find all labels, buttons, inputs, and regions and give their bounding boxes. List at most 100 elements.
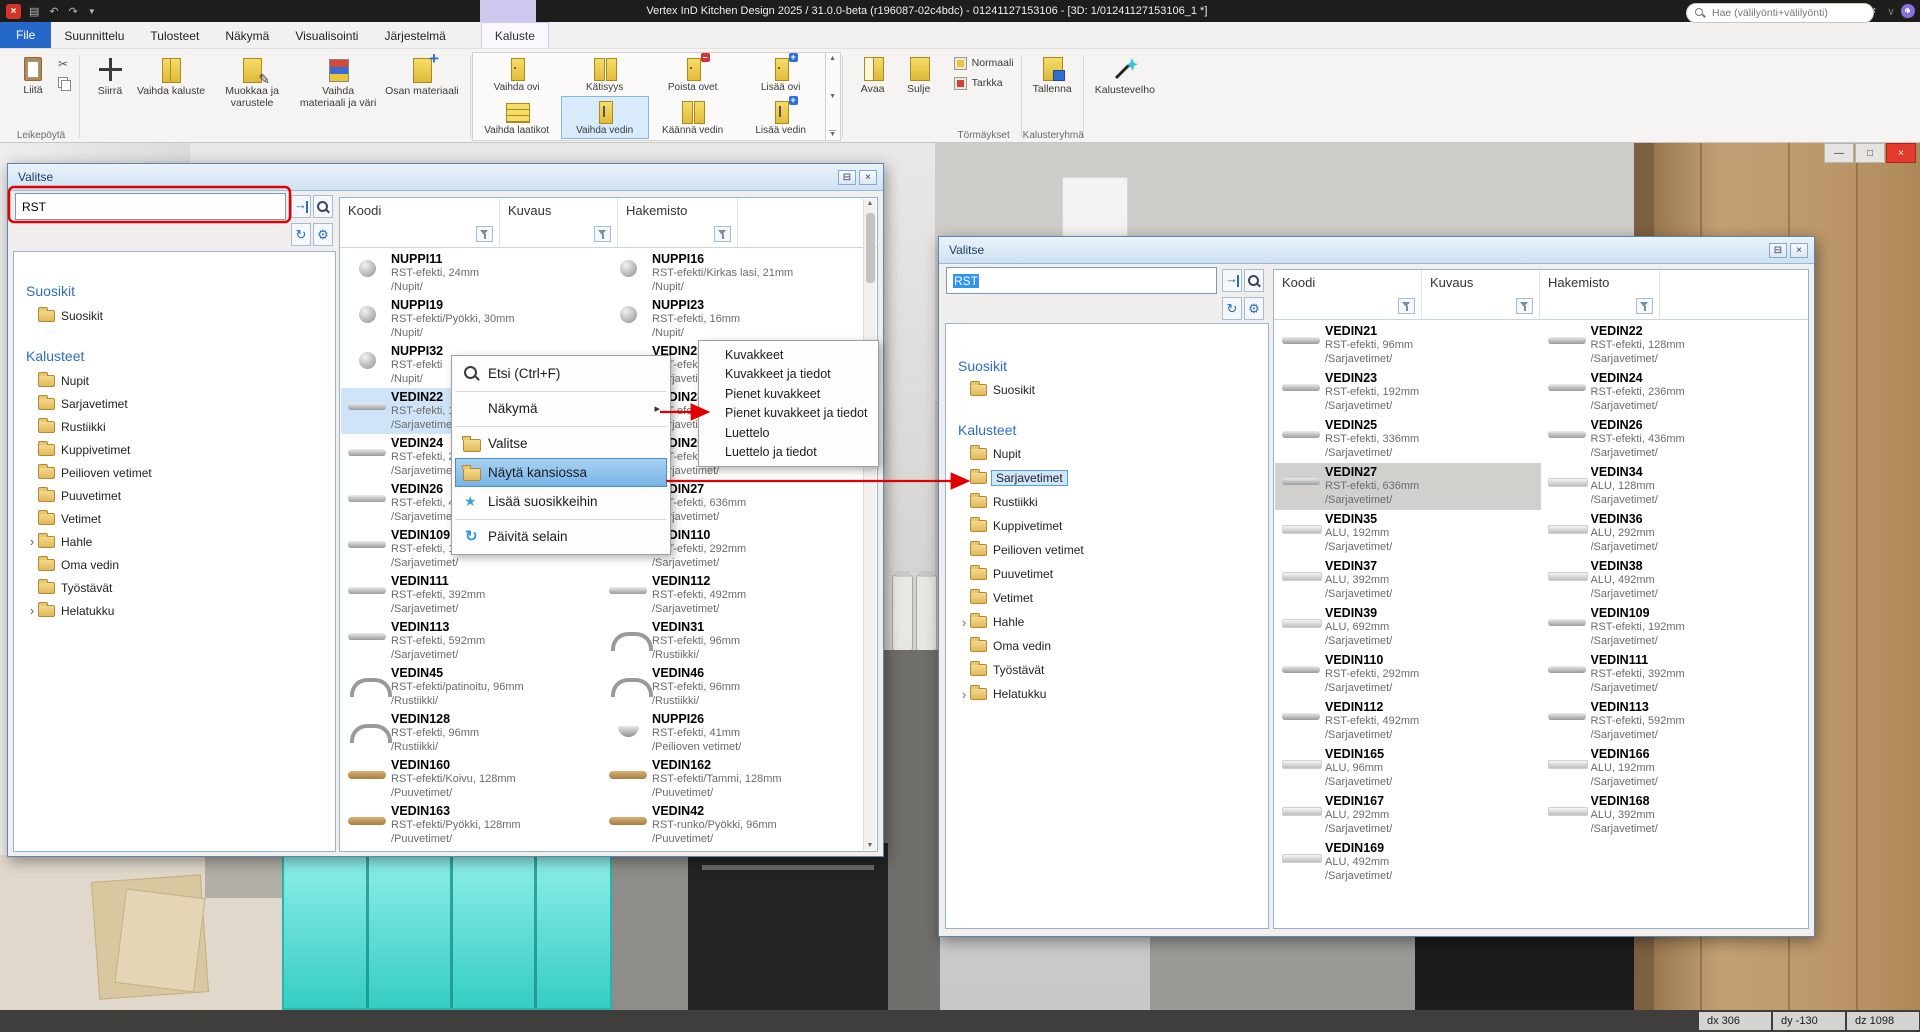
ribbon-tool-button[interactable]: Vaihda materiaali ja väri (295, 53, 381, 112)
catalog-item[interactable]: VEDIN111 RST-efekti, 392mm /Sarjavetimet… (341, 572, 602, 618)
catalog-item[interactable]: VEDIN37 ALU, 392mm /Sarjavetimet/ (1275, 557, 1541, 604)
dialog-dock-icon[interactable]: ⊟ (1769, 243, 1787, 258)
search-find-button[interactable] (1244, 269, 1264, 292)
catalog-item[interactable]: VEDIN165 ALU, 96mm /Sarjavetimet/ (1275, 745, 1541, 792)
catalog-item[interactable]: VEDIN38 ALU, 492mm /Sarjavetimet/ (1541, 557, 1807, 604)
column-koodi[interactable]: Koodi (1274, 270, 1422, 319)
expander-icon[interactable]: › (26, 534, 38, 549)
scroll-up-icon[interactable]: ▲ (867, 200, 874, 207)
tree-item[interactable]: Suosikit (26, 278, 335, 304)
catalog-item[interactable]: VEDIN45 RST-efekti/patinoitu, 96mm /Rust… (341, 664, 602, 710)
submenu-item[interactable]: Luettelo ja tiedot (699, 443, 878, 463)
catalog-item[interactable]: VEDIN23 RST-efekti, 192mm /Sarjavetimet/ (1275, 369, 1541, 416)
tree-item[interactable]: Kalusteet (26, 343, 335, 369)
catalog-item[interactable]: VEDIN46 RST-efekti, 96mm /Rustiikki/ (602, 664, 863, 710)
catalog-item[interactable]: VEDIN162 RST-efekti/Tammi, 128mm /Puuvet… (602, 756, 863, 802)
dialog-close-icon[interactable]: × (1790, 243, 1808, 258)
tree-item[interactable]: Puuvetimet (958, 562, 1268, 586)
catalog-item[interactable]: VEDIN169 ALU, 492mm /Sarjavetimet/ (1275, 839, 1541, 886)
ribbon-tool-button[interactable]: Vaihda kaluste (133, 53, 209, 100)
dialog-close-icon[interactable]: × (859, 170, 877, 185)
gallery-item[interactable]: Vaihda ovi (473, 53, 561, 96)
scrollbar-thumb[interactable] (866, 213, 875, 283)
filter-icon[interactable] (476, 226, 493, 242)
refresh-button[interactable]: ↻ (291, 223, 311, 246)
app-logo-icon[interactable]: × (6, 4, 21, 19)
catalog-item[interactable]: VEDIN112 RST-efekti, 492mm /Sarjavetimet… (602, 572, 863, 618)
gallery-item[interactable]: + Lisää ovi (737, 53, 825, 96)
catalog-item[interactable]: NUPPI19 RST-efekti/Pyökki, 30mm /Nupit/ (341, 296, 602, 342)
tree-item[interactable]: › Hahle (958, 610, 1268, 634)
submenu-item[interactable]: Kuvakkeet (699, 345, 878, 365)
close-cabinet-button[interactable]: Sulje (896, 53, 942, 98)
dialog-title-bar[interactable]: Valitse ⊟ × (8, 164, 883, 191)
tree-item[interactable]: Kuppivetimet (958, 514, 1268, 538)
tree-item[interactable]: › Hahle (26, 530, 335, 553)
submenu-item[interactable]: Kuvakkeet ja tiedot (699, 365, 878, 385)
context-menu-item[interactable]: Näytä kansiossa (455, 458, 667, 487)
expander-icon[interactable]: › (958, 615, 970, 630)
catalog-item[interactable]: VEDIN166 ALU, 192mm /Sarjavetimet/ (1541, 745, 1807, 792)
filter-icon[interactable] (1516, 298, 1533, 314)
search-go-button[interactable] (1222, 269, 1242, 292)
tree-item[interactable]: Vetimet (958, 586, 1268, 610)
global-search-input[interactable] (1710, 6, 1865, 20)
dialog-dock-icon[interactable]: ⊟ (838, 170, 856, 185)
catalog-item[interactable]: VEDIN112 RST-efekti, 492mm /Sarjavetimet… (1275, 698, 1541, 745)
catalog-item[interactable]: VEDIN42 RST-runko/Pyökki, 96mm /Puuvetim… (602, 802, 863, 848)
paste-button[interactable]: Liitä (10, 53, 56, 99)
menu-tab[interactable]: Järjestelmä (371, 22, 458, 48)
gallery-item[interactable]: – Poista ovet (649, 53, 737, 96)
qat-dropdown-icon[interactable]: ▼ (88, 7, 96, 16)
catalog-item[interactable]: VEDIN36 ALU, 292mm /Sarjavetimet/ (1541, 510, 1807, 557)
collision-option[interactable]: Normaali (954, 53, 1014, 73)
gallery-scrollbar[interactable]: ▲ ▼ ▼ (825, 53, 840, 140)
catalog-item[interactable]: VEDIN113 RST-efekti, 592mm /Sarjavetimet… (341, 618, 602, 664)
global-search[interactable] (1686, 3, 1874, 23)
dialog-title-bar[interactable]: Valitse ⊟ × (939, 237, 1814, 264)
settings-gear-button[interactable]: ⚙ (313, 223, 333, 246)
catalog-item[interactable]: VEDIN27 RST-efekti, 636mm /Sarjavetimet/ (1275, 463, 1541, 510)
catalog-item[interactable]: VEDIN39 ALU, 692mm /Sarjavetimet/ (1275, 604, 1541, 651)
ribbon-tool-button[interactable]: Muokkaa ja varustele (209, 53, 295, 112)
tree-item[interactable]: Sarjavetimet (26, 392, 335, 415)
cut-icon[interactable]: ✂ (58, 57, 70, 71)
tree-item[interactable]: Puuvetimet (26, 484, 335, 507)
filter-icon[interactable] (714, 226, 731, 242)
menu-tab[interactable]: Visualisointi (282, 22, 371, 48)
gallery-more-icon[interactable]: ▼ (829, 130, 836, 138)
tree-item[interactable]: Vetimet (26, 507, 335, 530)
catalog-item[interactable]: VEDIN163 RST-efekti/Pyökki, 128mm /Puuve… (341, 802, 602, 848)
tree-item[interactable]: Työstävät (958, 658, 1268, 682)
gallery-item[interactable]: Käännä vedin (649, 96, 737, 139)
gallery-item[interactable]: Kätisyys (561, 53, 649, 96)
expander-icon[interactable]: › (26, 603, 38, 618)
open-cabinet-button[interactable]: Avaa (850, 53, 896, 98)
gallery-item[interactable]: Vaihda laatikot (473, 96, 561, 139)
filter-icon[interactable] (1398, 298, 1415, 314)
tree-item[interactable]: Sarjavetimet (958, 466, 1268, 490)
catalog-item[interactable]: VEDIN160 RST-efekti/Koivu, 128mm /Puuvet… (341, 756, 602, 802)
catalog-item[interactable]: NUPPI23 RST-efekti, 16mm /Nupit/ (602, 296, 863, 342)
menu-tab[interactable]: File (0, 22, 51, 48)
catalog-item[interactable]: VEDIN26 RST-efekti, 436mm /Sarjavetimet/ (1541, 416, 1807, 463)
cabinet-wizard-button[interactable]: Kalustevelho (1091, 53, 1159, 99)
catalog-item[interactable]: VEDIN128 RST-efekti, 96mm /Rustiikki/ (341, 710, 602, 756)
tree-item[interactable]: Nupit (958, 442, 1268, 466)
list-scrollbar[interactable]: ▲ ▼ (863, 199, 876, 850)
save-icon[interactable]: ▤ (29, 5, 39, 18)
copy-icon[interactable] (58, 77, 70, 89)
redo-icon[interactable]: ↷ (69, 5, 78, 18)
search-info-icon[interactable]: ⓘ (1901, 5, 1912, 21)
catalog-item[interactable]: VEDIN25 RST-efekti, 336mm /Sarjavetimet/ (1275, 416, 1541, 463)
catalog-item[interactable]: NUPPI11 RST-efekti, 24mm /Nupit/ (341, 250, 602, 296)
catalog-item[interactable]: VEDIN24 RST-efekti, 236mm /Sarjavetimet/ (1541, 369, 1807, 416)
column-koodi[interactable]: Koodi (340, 198, 500, 247)
catalog-item[interactable]: VEDIN110 RST-efekti, 292mm /Sarjavetimet… (1275, 651, 1541, 698)
gallery-scroll-down-icon[interactable]: ▼ (829, 93, 836, 100)
refresh-button[interactable]: ↻ (1222, 297, 1242, 320)
search-go-button[interactable] (291, 195, 311, 218)
collision-option[interactable]: Tarkka (954, 73, 1014, 93)
submenu-item[interactable]: Luettelo (699, 423, 878, 443)
tree-item[interactable]: Suosikit (958, 378, 1268, 402)
